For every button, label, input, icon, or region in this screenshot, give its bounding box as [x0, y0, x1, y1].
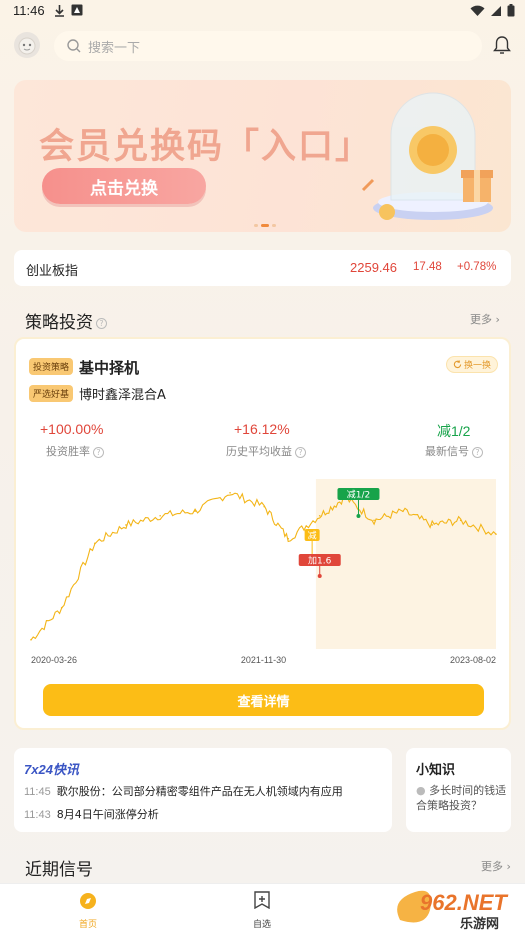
strategy-name: 基中择机 — [79, 359, 140, 377]
chart-x-tick-label: 2023-08-02 — [450, 655, 496, 665]
help-icon[interactable]: ? — [93, 446, 104, 458]
chart-data-point — [402, 510, 404, 512]
metric-label: 最新信号? — [425, 443, 483, 459]
chart-data-point — [60, 606, 63, 609]
avatar-face-icon — [18, 37, 36, 55]
chart-data-point — [431, 524, 433, 526]
metric-value: +16.12% — [234, 421, 290, 437]
svg-text:乐游网: 乐游网 — [460, 916, 499, 932]
fund-name: 博时鑫泽混合A — [79, 388, 166, 403]
chart-signal-dot — [317, 574, 322, 578]
view-details-button[interactable]: 查看详情 — [43, 684, 484, 716]
index-quote-card[interactable]: 创业板指 2259.46 17.48 +0.78% — [14, 250, 511, 286]
help-icon[interactable]: ? — [96, 317, 107, 329]
status-system-icons — [470, 4, 515, 17]
chart-signal-label: 减 — [308, 530, 317, 542]
search-icon — [67, 39, 81, 53]
strategy-section-title: 策略投资? — [25, 308, 107, 333]
banner-title: 会员兑换码「入口」 — [39, 127, 373, 167]
chart-highlight-region — [315, 479, 496, 649]
chart-data-point — [318, 514, 321, 517]
news-brand: 7x24快讯 — [24, 762, 79, 777]
news-item[interactable]: 11:45 歌尔股份：公司部分精密零组件产品在无人机领域内有应用 — [24, 783, 343, 799]
metric-label: 投资胜率? — [46, 443, 104, 459]
app-notification-icon — [71, 4, 83, 16]
status-time: 11:46 — [13, 3, 45, 18]
refresh-icon — [453, 360, 462, 369]
chart-data-point — [287, 537, 289, 540]
tab-label: 自选 — [252, 920, 271, 930]
wifi-icon — [470, 5, 485, 16]
strategy-card: 投资策略 基中择机 严选好基 博时鑫泽混合A 换一换 +100.00% 投资胜率… — [14, 337, 511, 730]
search-row: 搜索一下 — [0, 30, 525, 62]
strategy-tag: 投资策略 — [29, 358, 74, 375]
swap-button[interactable]: 换一换 — [446, 356, 498, 373]
watchlist-icon — [254, 891, 270, 909]
home-icon — [80, 893, 96, 909]
fund-tag: 严选好基 — [29, 385, 74, 402]
chart-data-point — [373, 519, 375, 522]
news-card[interactable]: 7x24快讯 11:45 歌尔股份：公司部分精密零组件产品在无人机领域内有应用 1… — [14, 748, 392, 832]
recent-signals-more-link[interactable]: 更多 › — [481, 858, 511, 874]
download-icon — [55, 5, 64, 17]
status-bar: 11:46 — [0, 0, 525, 24]
chart-data-point — [194, 510, 196, 512]
index-change-pct: +0.78% — [457, 261, 497, 273]
signal-icon — [491, 5, 501, 16]
metric-label: 历史平均收益? — [226, 443, 306, 459]
chart-data-point — [263, 505, 266, 508]
chart-data-point — [94, 542, 96, 545]
index-name: 创业板指 — [26, 264, 79, 279]
chart-data-point — [495, 533, 497, 535]
battery-icon — [507, 4, 515, 17]
chart-data-point — [229, 491, 231, 494]
chart-signal-dot — [356, 514, 361, 518]
knowledge-card[interactable]: 小知识 ● 多长时间的钱适合策略投资？ — [406, 748, 511, 832]
help-icon[interactable]: ? — [295, 446, 306, 458]
metric-value: 减1/2 — [437, 423, 471, 439]
news-item[interactable]: 11:43 8月4日午间涨停分析 — [24, 806, 159, 822]
metric-value: +100.00% — [40, 421, 104, 437]
chart-data-point — [159, 514, 161, 517]
svg-text:962.NET: 962.NET — [420, 890, 508, 915]
recent-signals-title: 近期信号 — [25, 860, 93, 880]
bell-icon[interactable] — [493, 35, 511, 55]
search-input[interactable]: 搜索一下 — [54, 31, 482, 61]
avatar[interactable] — [14, 32, 40, 58]
index-value: 2259.46 — [350, 260, 397, 275]
gift-illustration-icon — [361, 92, 493, 220]
knowledge-title: 小知识 — [416, 763, 456, 778]
chart-data-point — [459, 519, 462, 522]
chart-data-point — [125, 524, 127, 526]
chart-x-tick-label: 2020-03-26 — [31, 655, 77, 665]
performance-chart: 减加1.6 减1/2 2020-03-26 2021-11-30 2023-08-02 — [30, 479, 497, 665]
tab-home[interactable]: 首页 — [38, 884, 138, 933]
search-placeholder: 搜索一下 — [88, 40, 141, 56]
lightbulb-icon: ● — [416, 784, 426, 797]
watermark-logo: 962.NET 乐游网 — [397, 890, 508, 932]
chart-data-point — [30, 639, 32, 641]
promo-banner[interactable]: 会员兑换码「入口」 点击兑换 — [14, 80, 511, 232]
help-icon[interactable]: ? — [472, 446, 483, 458]
strategy-more-link[interactable]: 更多 › — [470, 311, 500, 327]
site-watermark: 962.NET 乐游网 — [390, 880, 525, 933]
index-change: 17.48 — [413, 261, 442, 273]
chart-x-tick-label: 2021-11-30 — [241, 655, 286, 665]
chart-signal-label: 减1/2 — [347, 489, 371, 501]
redeem-button[interactable]: 点击兑换 — [42, 168, 206, 204]
status-notification-icons — [54, 4, 83, 17]
chart-signal-label: 加1.6 — [308, 556, 332, 567]
tab-watchlist[interactable]: 自选 — [212, 884, 312, 933]
knowledge-text: ● 多长时间的钱适合策略投资？ — [416, 784, 507, 812]
tab-label: 首页 — [78, 920, 97, 930]
banner-pager — [254, 224, 276, 227]
